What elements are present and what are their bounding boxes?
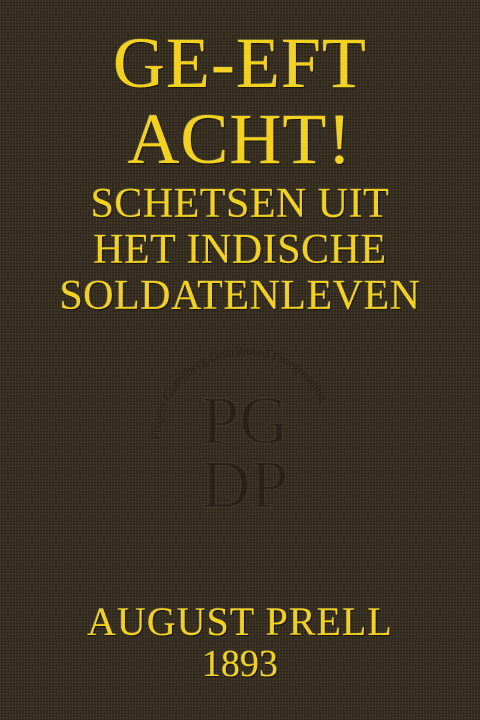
subtitle-line-1: SCHETSEN UIT bbox=[90, 181, 390, 227]
subtitle-line-2: HET INDISCHE bbox=[93, 227, 387, 273]
title-line-1: GE-EFT bbox=[113, 23, 367, 103]
svg-text:DP: DP bbox=[202, 446, 289, 522]
publication-year: 1893 bbox=[202, 643, 278, 685]
author-name: AUGUST PRELL bbox=[87, 599, 393, 644]
subtitle-line-3: SOLDATENLEVEN bbox=[59, 273, 421, 319]
title-line-2: ACHT! bbox=[127, 99, 353, 179]
pgdp-seal-logo: Project Gutenberg Distributed Proofreadi… bbox=[148, 343, 332, 523]
